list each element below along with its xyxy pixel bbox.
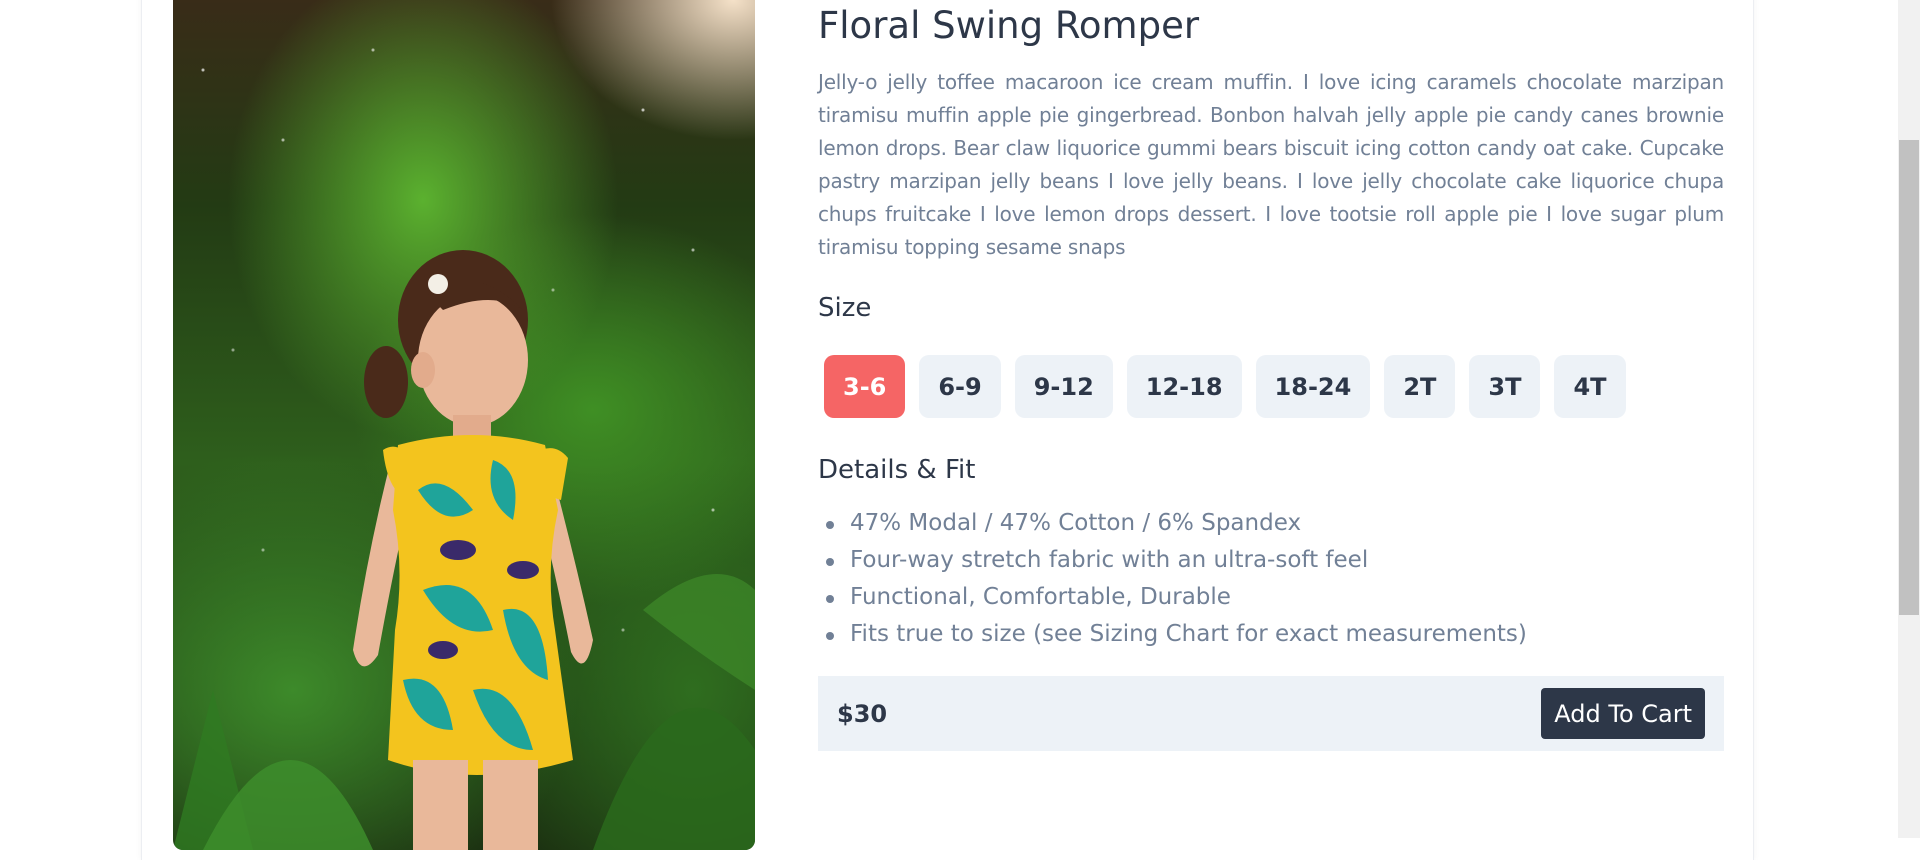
size-option-2t[interactable]: 2T xyxy=(1384,355,1456,418)
size-option-3-6[interactable]: 3-6 xyxy=(824,355,906,418)
vertical-scrollbar[interactable] xyxy=(1898,0,1920,838)
price: $30 xyxy=(837,699,888,728)
size-option-18-24[interactable]: 18-24 xyxy=(1255,355,1371,418)
details-list: 47% Modal / 47% Cotton / 6% Spandex Four… xyxy=(824,505,1527,653)
size-option-9-12[interactable]: 9-12 xyxy=(1014,355,1113,418)
page: Floral Swing Romper Jelly-o jelly toffee… xyxy=(0,0,1898,860)
details-list-item: Functional, Comfortable, Durable xyxy=(824,579,1527,616)
size-selector: 3-6 6-9 9-12 12-18 18-24 2T 3T 4T xyxy=(824,355,1626,418)
size-option-6-9[interactable]: 6-9 xyxy=(919,355,1001,418)
details-list-item: Four-way stretch fabric with an ultra-so… xyxy=(824,542,1527,579)
product-title: Floral Swing Romper xyxy=(818,4,1200,47)
product-image xyxy=(173,0,755,850)
product-description: Jelly-o jelly toffee macaroon ice cream … xyxy=(818,70,1724,259)
child-figure xyxy=(173,250,755,850)
size-option-12-18[interactable]: 12-18 xyxy=(1126,355,1242,418)
details-heading: Details & Fit xyxy=(818,455,976,485)
cart-bar: $30 Add To Cart xyxy=(818,676,1724,751)
scrollbar-thumb[interactable] xyxy=(1899,140,1919,615)
details-list-item: Fits true to size (see Sizing Chart for … xyxy=(824,616,1527,653)
size-option-3t[interactable]: 3T xyxy=(1469,355,1541,418)
add-to-cart-button[interactable]: Add To Cart xyxy=(1541,688,1705,739)
size-option-4t[interactable]: 4T xyxy=(1554,355,1626,418)
size-heading: Size xyxy=(818,293,872,323)
details-list-item: 47% Modal / 47% Cotton / 6% Spandex xyxy=(824,505,1527,542)
